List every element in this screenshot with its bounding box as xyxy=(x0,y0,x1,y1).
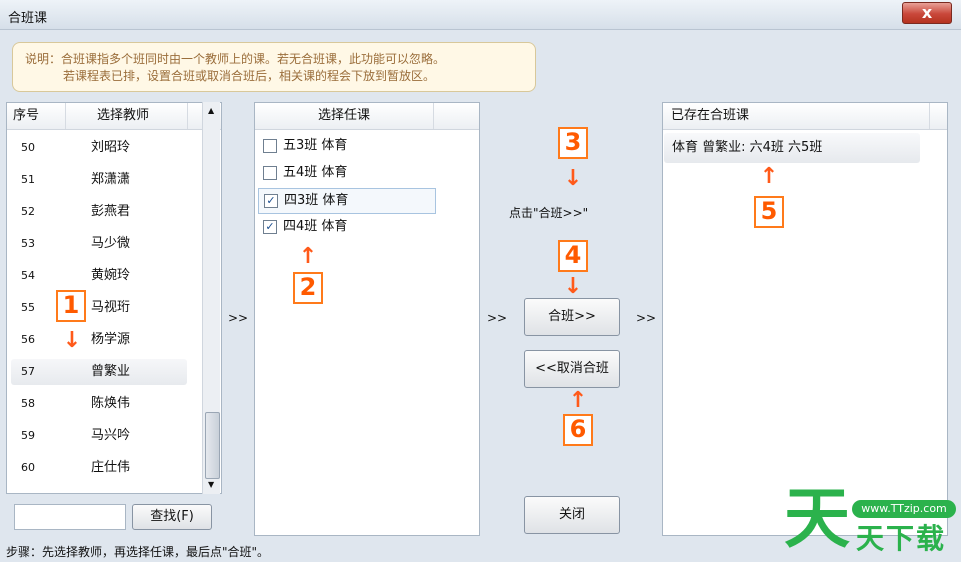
checkbox-checked-icon[interactable]: ✓ xyxy=(264,194,278,208)
scroll-down-icon[interactable]: ▼ xyxy=(208,480,214,489)
teacher-num: 58 xyxy=(21,397,35,410)
teacher-name: 黄婉玲 xyxy=(91,268,131,283)
annotation-arrow-down-icon: ↓ xyxy=(563,274,583,299)
watermark-logo-glyph: 天 xyxy=(784,480,850,557)
teacher-scrollbar[interactable]: ▲ ▼ xyxy=(202,102,220,494)
annotation-arrow-down-icon: ↓ xyxy=(563,166,583,191)
merge-hint: 点击"合班>>" xyxy=(509,206,589,220)
teacher-num: 54 xyxy=(21,269,35,282)
course-label: 四4班 体育 xyxy=(283,219,348,234)
teacher-row[interactable]: 54 黄婉玲 xyxy=(11,263,187,289)
teacher-num: 59 xyxy=(21,429,35,442)
teacher-name: 马少微 xyxy=(91,236,131,251)
annotation-1: 1 xyxy=(56,290,86,322)
teacher-row[interactable]: 50 刘昭玲 xyxy=(11,135,187,161)
teacher-name: 马视珩 xyxy=(91,300,131,315)
teacher-num: 52 xyxy=(21,205,35,218)
teacher-search-input[interactable] xyxy=(14,504,126,530)
teacher-name: 刘昭玲 xyxy=(91,140,131,155)
arrow-teacher-to-course: >> xyxy=(228,311,249,325)
col-header-num[interactable]: 序号 xyxy=(7,103,66,129)
course-list-panel: 选择任课 五3班 体育 五4班 体育 ✓ 四3班 体育 ✓ 四4班 体育 xyxy=(254,102,480,536)
info-line-2: 若课程表已排，设置合班或取消合班后，相关课的程会下放到暂放区。 xyxy=(63,69,436,83)
close-window-button[interactable]: x xyxy=(902,2,952,24)
teacher-num: 51 xyxy=(21,173,35,186)
close-button[interactable]: 关闭 xyxy=(524,496,620,534)
annotation-3: 3 xyxy=(558,127,588,159)
checkbox-checked-icon[interactable]: ✓ xyxy=(263,220,277,234)
col-header-teacher[interactable]: 选择教师 xyxy=(59,103,188,129)
teacher-row[interactable]: 53 马少微 xyxy=(11,231,187,257)
teacher-row[interactable]: 55 马视珩 xyxy=(11,295,187,321)
info-line-1: 说明：合班课指多个班同时由一个教师上的课。若无合班课，此功能可以忽略。 xyxy=(25,52,446,66)
teacher-row[interactable]: 59 马兴吟 xyxy=(11,423,187,449)
teacher-name: 曾繁业 xyxy=(91,364,131,379)
teacher-row[interactable]: 58 陈焕伟 xyxy=(11,391,187,417)
teacher-name: 彭燕君 xyxy=(91,204,131,219)
annotation-2: 2 xyxy=(293,272,323,304)
course-list-header: 选择任课 xyxy=(255,103,479,130)
col-header-course[interactable]: 选择任课 xyxy=(255,103,434,129)
annotation-6: 6 xyxy=(563,414,593,446)
teacher-name: 庄仕伟 xyxy=(91,460,131,475)
teacher-name: 陈焕伟 xyxy=(91,396,131,411)
checkbox-unchecked-icon[interactable] xyxy=(263,166,277,180)
teacher-row[interactable]: 60 庄仕伟 xyxy=(11,455,187,481)
arrow-course-to-action: >> xyxy=(487,311,508,325)
title-bar xyxy=(0,0,961,30)
teacher-num: 56 xyxy=(21,333,35,346)
teacher-row[interactable]: 51 郑潇潇 xyxy=(11,167,187,193)
watermark-url: www.TTzip.com xyxy=(852,500,956,518)
course-item[interactable]: ✓ 四3班 体育 xyxy=(258,188,436,214)
watermark-name: 天下载 xyxy=(856,522,947,555)
course-item[interactable]: 五4班 体育 xyxy=(258,161,434,185)
arrow-action-to-existing: >> xyxy=(636,311,657,325)
close-icon: x xyxy=(921,3,933,22)
site-watermark: 天 www.TTzip.com 天下载 xyxy=(780,480,961,562)
find-button[interactable]: 查找(F) xyxy=(132,504,212,530)
annotation-arrow-up-icon: ↑ xyxy=(759,164,779,189)
annotation-arrow-up-icon: ↑ xyxy=(298,244,318,269)
teacher-list-panel: 序号 选择教师 50 刘昭玲 51 郑潇潇 52 彭燕君 53 马少微 54 黄婉玲 55 马视珩 56… xyxy=(6,102,222,494)
teacher-num: 55 xyxy=(21,301,35,314)
scroll-up-icon[interactable]: ▲ xyxy=(208,106,214,115)
course-label: 五3班 体育 xyxy=(283,138,348,153)
cancel-merge-button[interactable]: <<取消合班 xyxy=(524,350,620,388)
checkbox-unchecked-icon[interactable] xyxy=(263,139,277,153)
course-item[interactable]: ✓ 四4班 体育 xyxy=(258,215,434,239)
existing-merged-panel: 已存在合班课 xyxy=(662,102,948,536)
merge-button[interactable]: 合班>> xyxy=(524,298,620,336)
col-header-existing[interactable]: 已存在合班课 xyxy=(663,103,930,129)
annotation-5: 5 xyxy=(754,196,784,228)
annotation-4: 4 xyxy=(558,240,588,272)
teacher-num: 53 xyxy=(21,237,35,250)
teacher-num: 60 xyxy=(21,461,35,474)
course-label: 五4班 体育 xyxy=(283,165,348,180)
annotation-arrow-down-icon: ↓ xyxy=(62,328,82,353)
info-box: 说明：合班课指多个班同时由一个教师上的课。若无合班课，此功能可以忽略。 若课程表… xyxy=(12,42,536,92)
teacher-row[interactable]: 52 彭燕君 xyxy=(11,199,187,225)
course-label: 四3班 体育 xyxy=(284,193,349,208)
teacher-list-header: 序号 选择教师 xyxy=(7,103,221,130)
existing-merged-item[interactable]: 体育 曾繁业: 六4班 六5班 xyxy=(664,133,920,163)
teacher-row[interactable]: 57 曾繁业 xyxy=(11,359,187,385)
existing-list-header: 已存在合班课 xyxy=(663,103,947,130)
course-item[interactable]: 五3班 体育 xyxy=(258,134,434,158)
scroll-thumb[interactable] xyxy=(205,412,220,479)
teacher-name: 杨学源 xyxy=(91,332,131,347)
window-title: 合班课 xyxy=(8,11,48,26)
teacher-name: 郑潇潇 xyxy=(91,172,131,187)
teacher-num: 57 xyxy=(21,365,35,378)
teacher-num: 50 xyxy=(21,141,35,154)
teacher-row[interactable]: 56 杨学源 xyxy=(11,327,187,353)
teacher-name: 马兴吟 xyxy=(91,428,131,443)
annotation-arrow-up-icon: ↑ xyxy=(568,388,588,413)
